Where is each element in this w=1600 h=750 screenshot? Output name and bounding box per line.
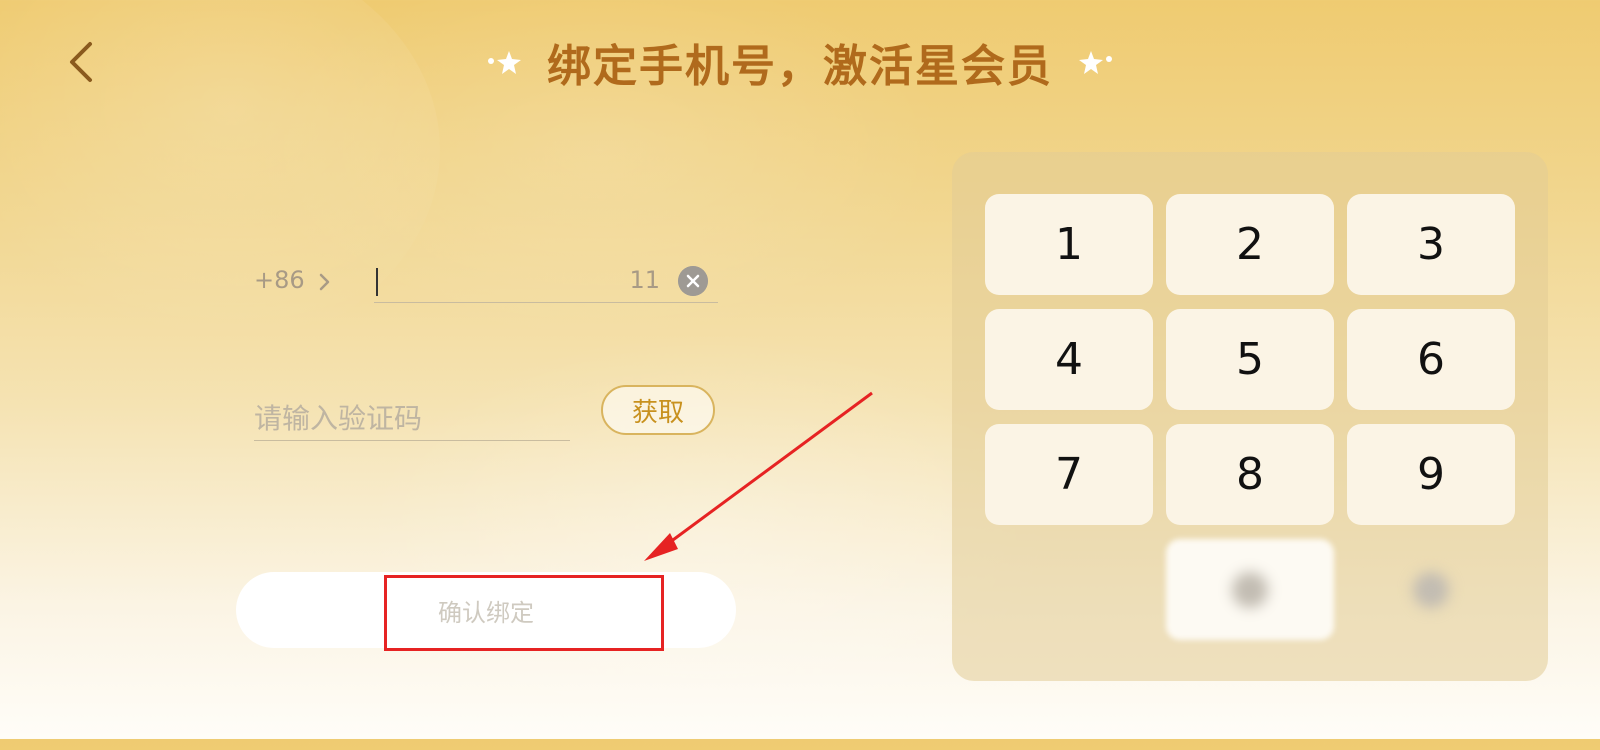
keypad-key-2[interactable]: 2 <box>1166 194 1334 295</box>
keypad-delete-key[interactable] <box>1347 539 1515 640</box>
close-circle-icon[interactable] <box>678 266 708 296</box>
keypad-key-9[interactable]: 9 <box>1347 424 1515 525</box>
chevron-right-icon[interactable] <box>318 272 332 292</box>
verification-code-row <box>254 396 570 441</box>
phone-length-hint: 11 <box>629 266 660 294</box>
keypad-key-8[interactable]: 8 <box>1166 424 1334 525</box>
keypad-key-1[interactable]: 1 <box>985 194 1153 295</box>
keypad-key-7[interactable]: 7 <box>985 424 1153 525</box>
keypad-key-5[interactable]: 5 <box>1166 309 1334 410</box>
numeric-keypad: 1 2 3 4 5 6 7 8 9 <box>952 152 1548 681</box>
keypad-key-3[interactable]: 3 <box>1347 194 1515 295</box>
keypad-key-0[interactable] <box>1166 539 1334 640</box>
sparkle-icon <box>488 51 521 74</box>
blurred-key-icon <box>1413 571 1449 608</box>
phone-input[interactable]: 11 <box>374 260 718 303</box>
header: 绑定手机号，激活星会员 <box>0 30 1600 94</box>
keypad-key-6[interactable]: 6 <box>1347 309 1515 410</box>
keypad-key-4[interactable]: 4 <box>985 309 1153 410</box>
confirm-bind-button[interactable]: 确认绑定 <box>236 572 736 648</box>
country-code-selector[interactable]: +86 <box>254 266 305 294</box>
phone-number-row: +86 11 <box>254 260 718 304</box>
blurred-key-icon <box>1232 571 1268 608</box>
sparkle-icon <box>1079 51 1112 74</box>
verification-code-input[interactable] <box>254 396 570 440</box>
page-title: 绑定手机号，激活星会员 <box>547 41 1053 92</box>
get-code-button[interactable]: 获取 <box>601 385 715 435</box>
text-caret <box>376 268 378 296</box>
